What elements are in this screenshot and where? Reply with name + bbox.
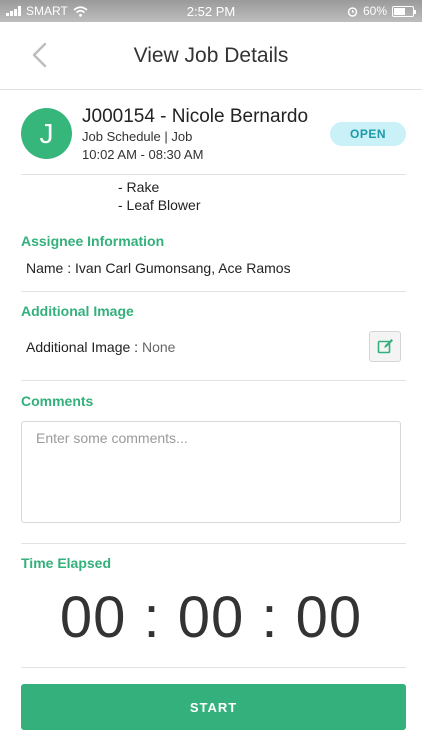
tools-list: - Rake - Leaf Blower xyxy=(118,178,200,214)
list-item: - Rake xyxy=(118,179,160,195)
assignee-row: Name : Ivan Carl Gumonsang, Ace Ramos xyxy=(26,260,291,276)
nav-header: View Job Details xyxy=(0,22,422,90)
status-right: 60% xyxy=(347,4,416,18)
comments-input[interactable] xyxy=(21,421,401,523)
time-elapsed-section-title: Time Elapsed xyxy=(21,555,112,571)
assignee-section-title: Assignee Information xyxy=(21,233,165,249)
timer-seconds: 00 xyxy=(295,585,363,650)
label-separator: : xyxy=(63,260,76,276)
divider xyxy=(21,380,406,381)
label-separator: : xyxy=(130,339,142,355)
timer-hours: 00 xyxy=(59,585,127,650)
additional-image-value: None xyxy=(141,339,176,355)
start-button[interactable]: START xyxy=(21,684,406,730)
battery-icon xyxy=(392,5,416,17)
assignee-label: Name xyxy=(26,260,64,276)
timer-separator: : xyxy=(143,585,161,650)
additional-image-section-title: Additional Image xyxy=(21,303,134,319)
divider xyxy=(21,174,406,175)
status-bar: SMART 2:52 PM 60% xyxy=(0,0,422,22)
alarm-icon xyxy=(347,6,358,17)
page-title: View Job Details xyxy=(133,44,289,67)
edit-image-button[interactable] xyxy=(369,331,401,362)
additional-image-label: Additional Image xyxy=(26,339,131,355)
job-header: J J000154 - Nicole Bernardo Job Schedule… xyxy=(21,106,406,172)
divider xyxy=(21,291,406,292)
status-badge: OPEN xyxy=(330,122,406,146)
job-title: J000154 - Nicole Bernardo xyxy=(82,106,309,127)
assignee-value: Ivan Carl Gumonsang, Ace Ramos xyxy=(75,260,291,276)
timer-minutes: 00 xyxy=(177,585,245,650)
comments-section-title: Comments xyxy=(21,393,94,409)
divider xyxy=(21,543,406,544)
edit-icon xyxy=(377,339,393,354)
job-subtitle: Job Schedule | Job xyxy=(82,129,193,144)
list-item: - Leaf Blower xyxy=(118,197,201,213)
elapsed-timer: 00 : 00 : 00 xyxy=(0,584,422,651)
avatar: J xyxy=(21,108,72,159)
divider xyxy=(21,667,406,668)
battery-percent: 60% xyxy=(362,4,387,18)
timer-separator: : xyxy=(261,585,279,650)
job-time-range: 10:02 AM - 08:30 AM xyxy=(82,147,204,162)
additional-image-row: Additional Image : None xyxy=(26,339,175,355)
